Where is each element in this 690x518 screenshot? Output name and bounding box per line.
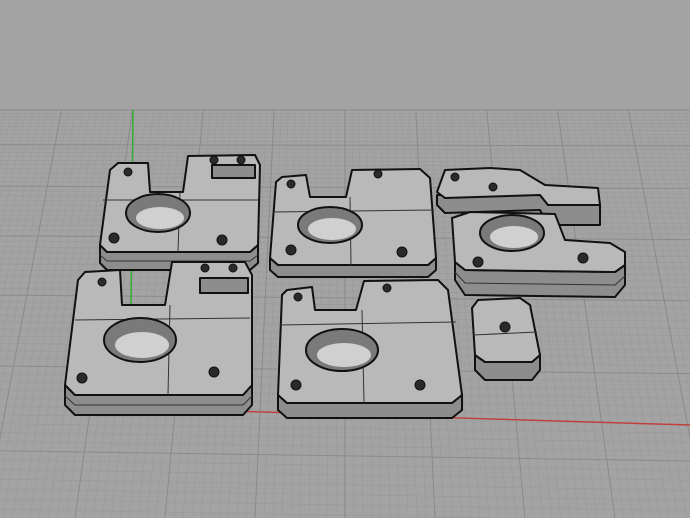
extruder-base-3[interactable] (64, 261, 253, 416)
grid-line-vertical (0, 109, 20, 200)
grid-line-vertical (557, 109, 616, 518)
extruder-base-1[interactable] (99, 154, 261, 271)
grid-line-vertical (0, 109, 27, 236)
grid-line-vertical (0, 109, 55, 395)
cad-perspective-viewport[interactable] (0, 0, 690, 518)
grid-line-vertical (0, 109, 69, 487)
grid-line-vertical (550, 109, 607, 518)
grid-line-vertical (543, 109, 598, 518)
grid-line-vertical (0, 109, 63, 441)
grid-line-vertical (571, 109, 634, 518)
extruder-base-2[interactable] (269, 168, 437, 278)
grid-line-vertical (263, 109, 282, 518)
spacer-block[interactable] (471, 297, 541, 381)
grid-line-vertical (0, 109, 6, 134)
viewport-canvas[interactable] (0, 0, 690, 518)
grid-line-vertical (2, 109, 77, 518)
grid-line-vertical (11, 109, 84, 518)
grid-line-vertical (536, 109, 589, 518)
idler-arm[interactable] (436, 167, 626, 298)
extruder-base-4[interactable] (277, 279, 463, 419)
grid-line-vertical (564, 109, 625, 518)
